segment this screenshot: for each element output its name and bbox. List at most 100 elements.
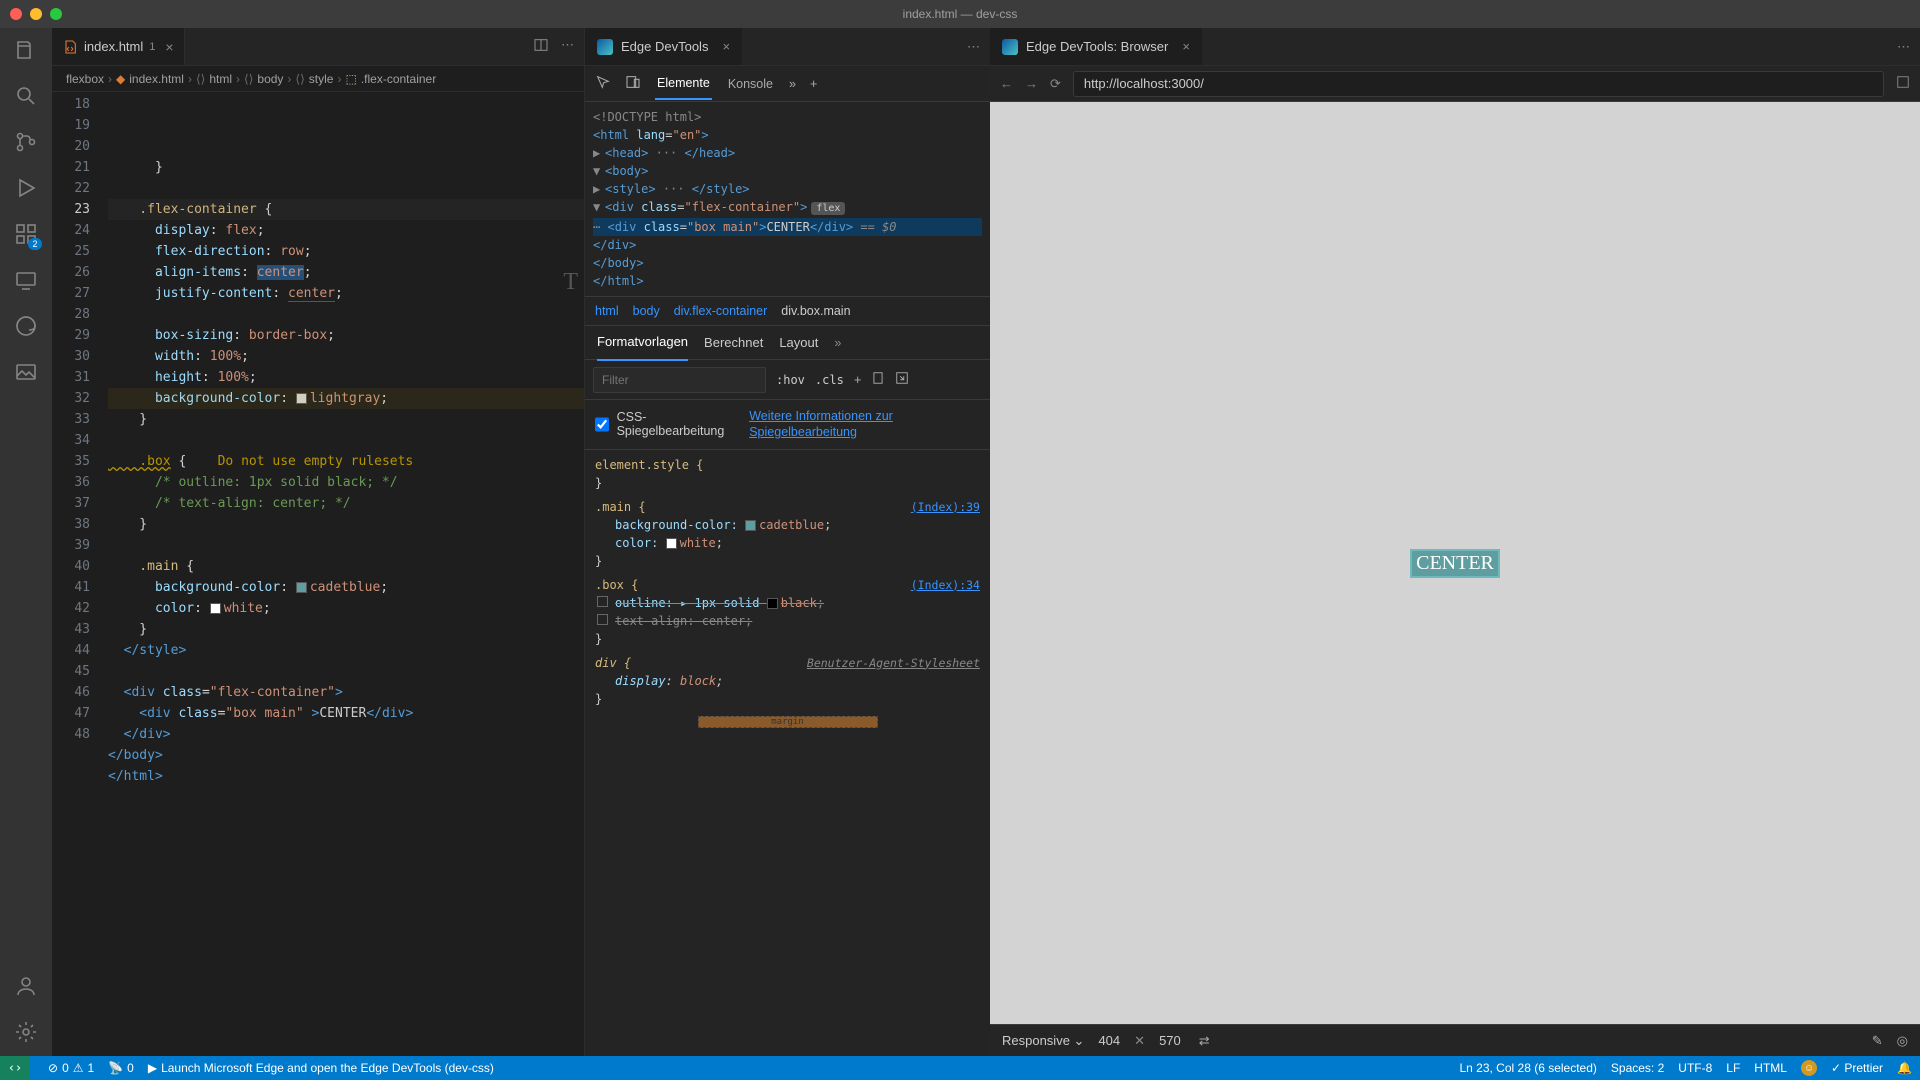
extensions-icon[interactable]: 2	[12, 220, 40, 248]
account-icon[interactable]	[12, 972, 40, 1000]
wand-icon[interactable]: ✎	[1872, 1033, 1883, 1049]
breadcrumb[interactable]: flexbox › ◆index.html › ⟨⟩ html › ⟨⟩ bod…	[52, 66, 584, 92]
remote-indicator[interactable]	[0, 1056, 30, 1080]
inspect-icon[interactable]	[595, 74, 611, 93]
editor-tab-index[interactable]: index.html 1 ×	[52, 28, 185, 65]
edge-icon	[597, 39, 613, 55]
close-icon[interactable]: ×	[722, 39, 730, 54]
eol-status[interactable]: LF	[1726, 1061, 1740, 1075]
more-actions-icon[interactable]: ⋯	[561, 37, 574, 56]
expand-icon[interactable]	[1896, 75, 1910, 92]
crumb-html[interactable]: html	[209, 72, 232, 86]
decl-color[interactable]: color:	[615, 536, 658, 550]
remote-explorer-icon[interactable]	[12, 266, 40, 294]
rotate-icon[interactable]: ⇄	[1199, 1033, 1210, 1049]
indent-status[interactable]: Spaces: 2	[1611, 1061, 1664, 1075]
viewport-width[interactable]: 404	[1098, 1033, 1120, 1048]
decl-color-val[interactable]: white	[680, 536, 716, 550]
chevron-right-icon[interactable]: »	[834, 336, 841, 350]
url-input[interactable]: http://localhost:3000/	[1073, 71, 1884, 97]
hov-toggle[interactable]: :hov	[776, 373, 805, 387]
image-icon[interactable]	[12, 358, 40, 386]
crumb-style[interactable]: style	[309, 72, 334, 86]
decl-bg-val[interactable]: cadetblue	[759, 518, 824, 532]
crumb-box[interactable]: div.box.main	[781, 304, 850, 318]
back-icon[interactable]: ←	[1000, 76, 1013, 91]
search-icon[interactable]	[12, 82, 40, 110]
code-area[interactable]: } .flex-container { display: flex; flex-…	[108, 92, 584, 1056]
layout-tab[interactable]: Layout	[779, 324, 818, 361]
mirror-link[interactable]: Weitere Informationen zur Spiegelbearbei…	[749, 408, 980, 441]
reload-icon[interactable]: ⟳	[1050, 76, 1061, 92]
close-window[interactable]	[10, 8, 22, 20]
tab-dirty-count: 1	[149, 41, 155, 53]
add-rule-icon[interactable]: +	[854, 372, 862, 387]
more-actions-icon[interactable]: ⋯	[1897, 39, 1910, 54]
editor-body[interactable]: 1819202122232425262728293031323334353637…	[52, 92, 584, 1056]
dom-breadcrumb[interactable]: html body div.flex-container div.box.mai…	[585, 296, 990, 326]
edge-tools-icon[interactable]	[12, 312, 40, 340]
crumb-file[interactable]: index.html	[129, 72, 184, 86]
flex-badge[interactable]: flex	[811, 202, 845, 215]
lang-status[interactable]: HTML	[1754, 1061, 1787, 1075]
box-rule[interactable]: .box {	[595, 578, 638, 592]
run-debug-icon[interactable]	[12, 174, 40, 202]
computed-tab[interactable]: Berechnet	[704, 324, 763, 361]
ua-label: Benutzer-Agent-Stylesheet	[807, 654, 980, 672]
viewport-height[interactable]: 570	[1159, 1033, 1181, 1048]
browser-tab[interactable]: Edge DevTools: Browser ×	[990, 28, 1202, 65]
decl-ta[interactable]: text-align: center;	[615, 614, 752, 628]
browser-viewport[interactable]: CENTER	[990, 102, 1920, 1024]
responsive-mode[interactable]: Responsive ⌄	[1002, 1033, 1084, 1049]
device-toggle-icon[interactable]	[625, 74, 641, 93]
decl-checkbox[interactable]	[597, 614, 608, 625]
maximize-window[interactable]	[50, 8, 62, 20]
tab-close-icon[interactable]: ×	[165, 39, 173, 55]
devtools-panel: Edge DevTools × ⋯ Elemente Konsole » + <…	[585, 28, 990, 1056]
source-control-icon[interactable]	[12, 128, 40, 156]
more-actions-icon[interactable]: ⋯	[967, 39, 980, 54]
dom-tree[interactable]: <!DOCTYPE html> <html lang="en"> ▶<head>…	[585, 102, 990, 296]
split-editor-icon[interactable]	[533, 37, 549, 56]
close-icon[interactable]: ×	[1182, 39, 1190, 54]
forward-icon[interactable]: →	[1025, 76, 1038, 91]
errors-warnings[interactable]: ⊘0 ⚠1	[48, 1061, 94, 1075]
decl-outline-val[interactable]: black	[781, 596, 817, 610]
crumb-body[interactable]: body	[257, 72, 283, 86]
launch-button[interactable]: ▶ Launch Microsoft Edge and open the Edg…	[148, 1061, 494, 1075]
explorer-icon[interactable]	[12, 36, 40, 64]
element-style-rule[interactable]: element.style {	[595, 458, 703, 472]
add-tab-icon[interactable]: +	[810, 77, 817, 91]
minimize-window[interactable]	[30, 8, 42, 20]
crumb-html[interactable]: html	[595, 304, 619, 318]
crumb-body[interactable]: body	[633, 304, 660, 318]
decl-bg[interactable]: background-color:	[615, 518, 738, 532]
copilot-icon[interactable]: ☺	[1801, 1060, 1817, 1076]
crumb-flex[interactable]: div.flex-container	[674, 304, 768, 318]
crumb-folder[interactable]: flexbox	[66, 72, 104, 86]
devtools-tab[interactable]: Edge DevTools ×	[585, 28, 742, 65]
decl-outline[interactable]: outline: ▸ 1px solid	[615, 596, 760, 610]
main-rule[interactable]: .main {	[595, 500, 646, 514]
decl-checkbox[interactable]	[597, 596, 608, 607]
mirror-checkbox[interactable]	[595, 417, 609, 432]
elements-tab[interactable]: Elemente	[655, 68, 712, 100]
cursor-position[interactable]: Ln 23, Col 28 (6 selected)	[1459, 1061, 1596, 1075]
chevron-right-icon[interactable]: »	[789, 77, 796, 91]
rule-source-link[interactable]: (Index):39	[911, 498, 980, 516]
cls-toggle[interactable]: .cls	[815, 373, 844, 387]
filter-input[interactable]	[593, 367, 766, 393]
encoding-status[interactable]: UTF-8	[1678, 1061, 1712, 1075]
prettier-status[interactable]: ✓ Prettier	[1831, 1061, 1883, 1075]
rule-source-link[interactable]: (Index):34	[911, 576, 980, 594]
notifications-icon[interactable]: 🔔	[1897, 1061, 1912, 1075]
ports[interactable]: 📡0	[108, 1061, 134, 1075]
target-icon[interactable]: ◎	[1897, 1033, 1908, 1049]
device-icon[interactable]	[871, 371, 885, 388]
crumb-selector[interactable]: .flex-container	[361, 72, 436, 86]
console-tab[interactable]: Konsole	[726, 69, 775, 99]
styles-tab[interactable]: Formatvorlagen	[597, 324, 688, 361]
styles-pane[interactable]: element.style { } (Index):39 .main { bac…	[585, 450, 990, 1057]
expand-icon[interactable]	[895, 371, 909, 388]
settings-icon[interactable]	[12, 1018, 40, 1046]
